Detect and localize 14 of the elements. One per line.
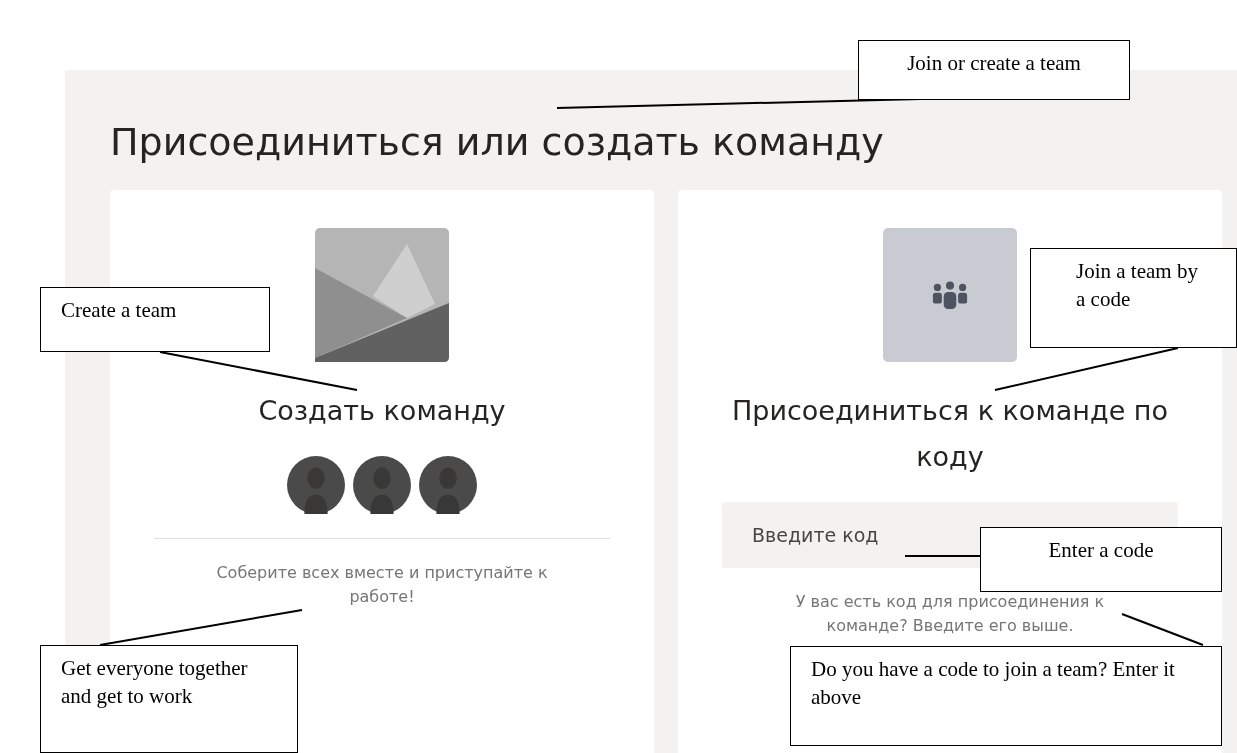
callout-text: Do you have a code to join a team? Enter it above xyxy=(811,656,1176,711)
card-title: Присоединиться к команде по коду xyxy=(731,394,1169,474)
avatar-icon xyxy=(287,456,345,514)
landscape-icon xyxy=(315,228,449,362)
callout-text: Join or create a team xyxy=(907,50,1081,77)
card-description: У вас есть код для присоединения к команде? Введите его выше. xyxy=(794,591,1106,637)
card-description: Соберите всех вместе и приступайте к работе! xyxy=(215,562,549,608)
team-icon xyxy=(932,280,968,310)
avatar-icon xyxy=(353,456,411,514)
callout-text: Join a team by a code xyxy=(1075,258,1199,313)
avatar-icon xyxy=(419,456,477,514)
card-title: Создать команду xyxy=(258,394,506,428)
callout-text: Enter a code xyxy=(1048,537,1154,564)
page-title: Присоединиться или создать команду xyxy=(110,119,884,166)
